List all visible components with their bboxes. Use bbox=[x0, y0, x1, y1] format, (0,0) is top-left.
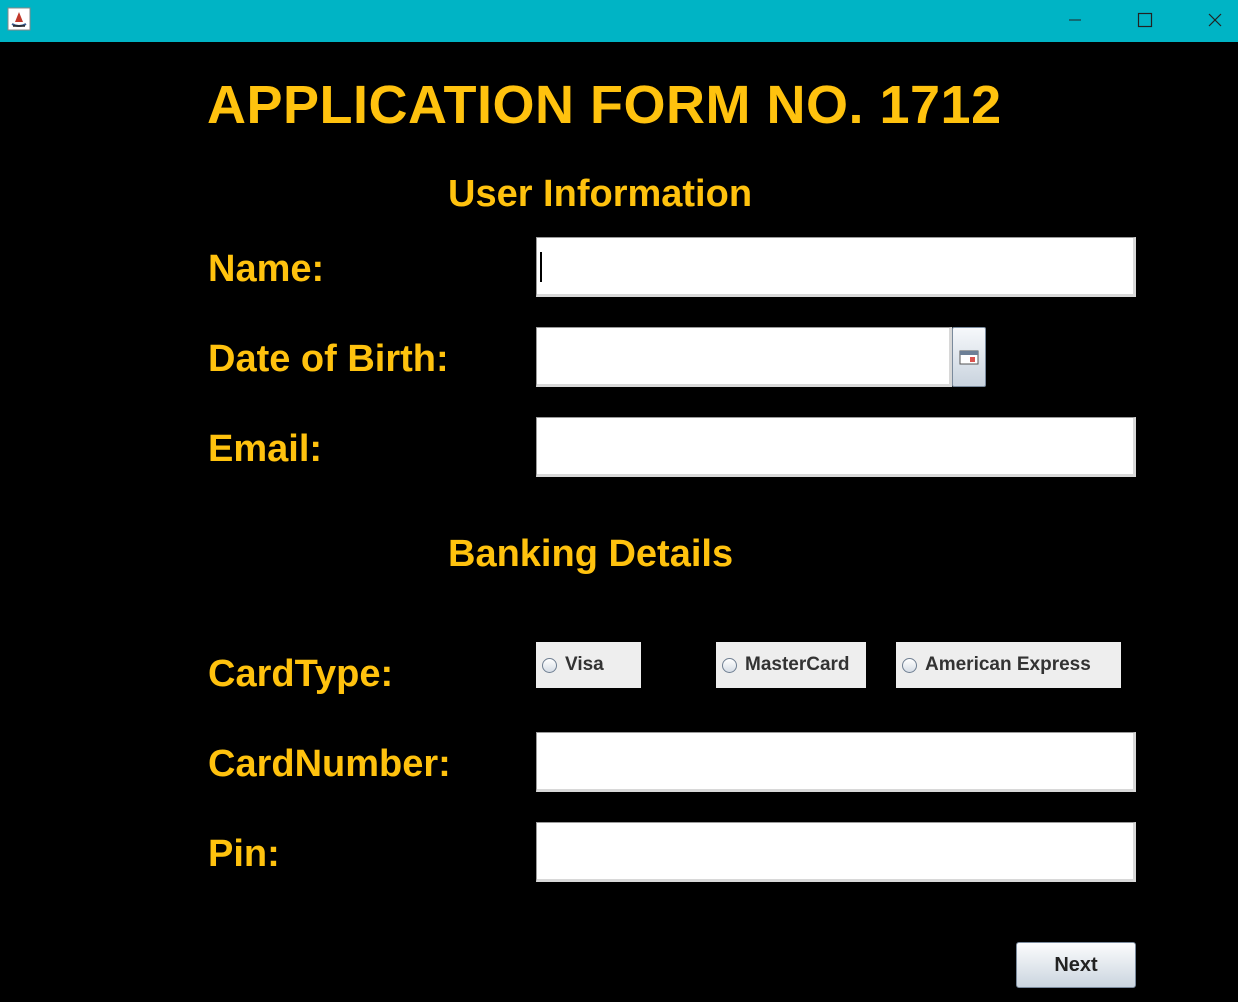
calendar-button[interactable] bbox=[952, 327, 986, 387]
radio-american-express-label: American Express bbox=[925, 654, 1091, 675]
java-cup-icon bbox=[7, 7, 31, 31]
email-field[interactable] bbox=[536, 417, 1136, 477]
form-title: APPLICATION FORM NO. 1712 bbox=[207, 75, 1002, 135]
radio-visa-label: Visa bbox=[565, 654, 604, 675]
pin-field[interactable] bbox=[536, 822, 1136, 882]
calendar-icon bbox=[959, 350, 979, 365]
maximize-icon bbox=[1137, 12, 1153, 28]
section-banking-details: Banking Details bbox=[448, 533, 734, 575]
dob-field[interactable] bbox=[536, 327, 952, 387]
email-label: Email: bbox=[208, 428, 323, 470]
radio-button-circle[interactable] bbox=[902, 657, 917, 673]
text-caret bbox=[540, 252, 542, 282]
window-titlebar bbox=[0, 0, 1238, 42]
name-field[interactable] bbox=[536, 237, 1136, 297]
section-user-information: User Information bbox=[448, 173, 753, 215]
card-type-label: CardType: bbox=[208, 653, 394, 695]
radio-mastercard[interactable]: MasterCard bbox=[716, 642, 866, 688]
radio-button-circle[interactable] bbox=[542, 657, 557, 673]
radio-american-express[interactable]: American Express bbox=[896, 642, 1121, 688]
close-button[interactable] bbox=[1180, 0, 1238, 40]
card-number-field[interactable] bbox=[536, 732, 1136, 792]
maximize-button[interactable] bbox=[1110, 0, 1180, 40]
minimize-button[interactable] bbox=[1040, 0, 1110, 40]
card-number-label: CardNumber: bbox=[208, 743, 451, 785]
dob-label: Date of Birth: bbox=[208, 338, 449, 380]
next-button[interactable]: Next bbox=[1016, 942, 1136, 988]
radio-visa[interactable]: Visa bbox=[536, 642, 641, 688]
radio-mastercard-label: MasterCard bbox=[745, 654, 850, 675]
minimize-icon bbox=[1069, 19, 1081, 21]
name-label: Name: bbox=[208, 248, 325, 290]
radio-button-circle[interactable] bbox=[722, 657, 737, 673]
pin-label: Pin: bbox=[208, 833, 280, 875]
close-icon bbox=[1208, 13, 1222, 27]
